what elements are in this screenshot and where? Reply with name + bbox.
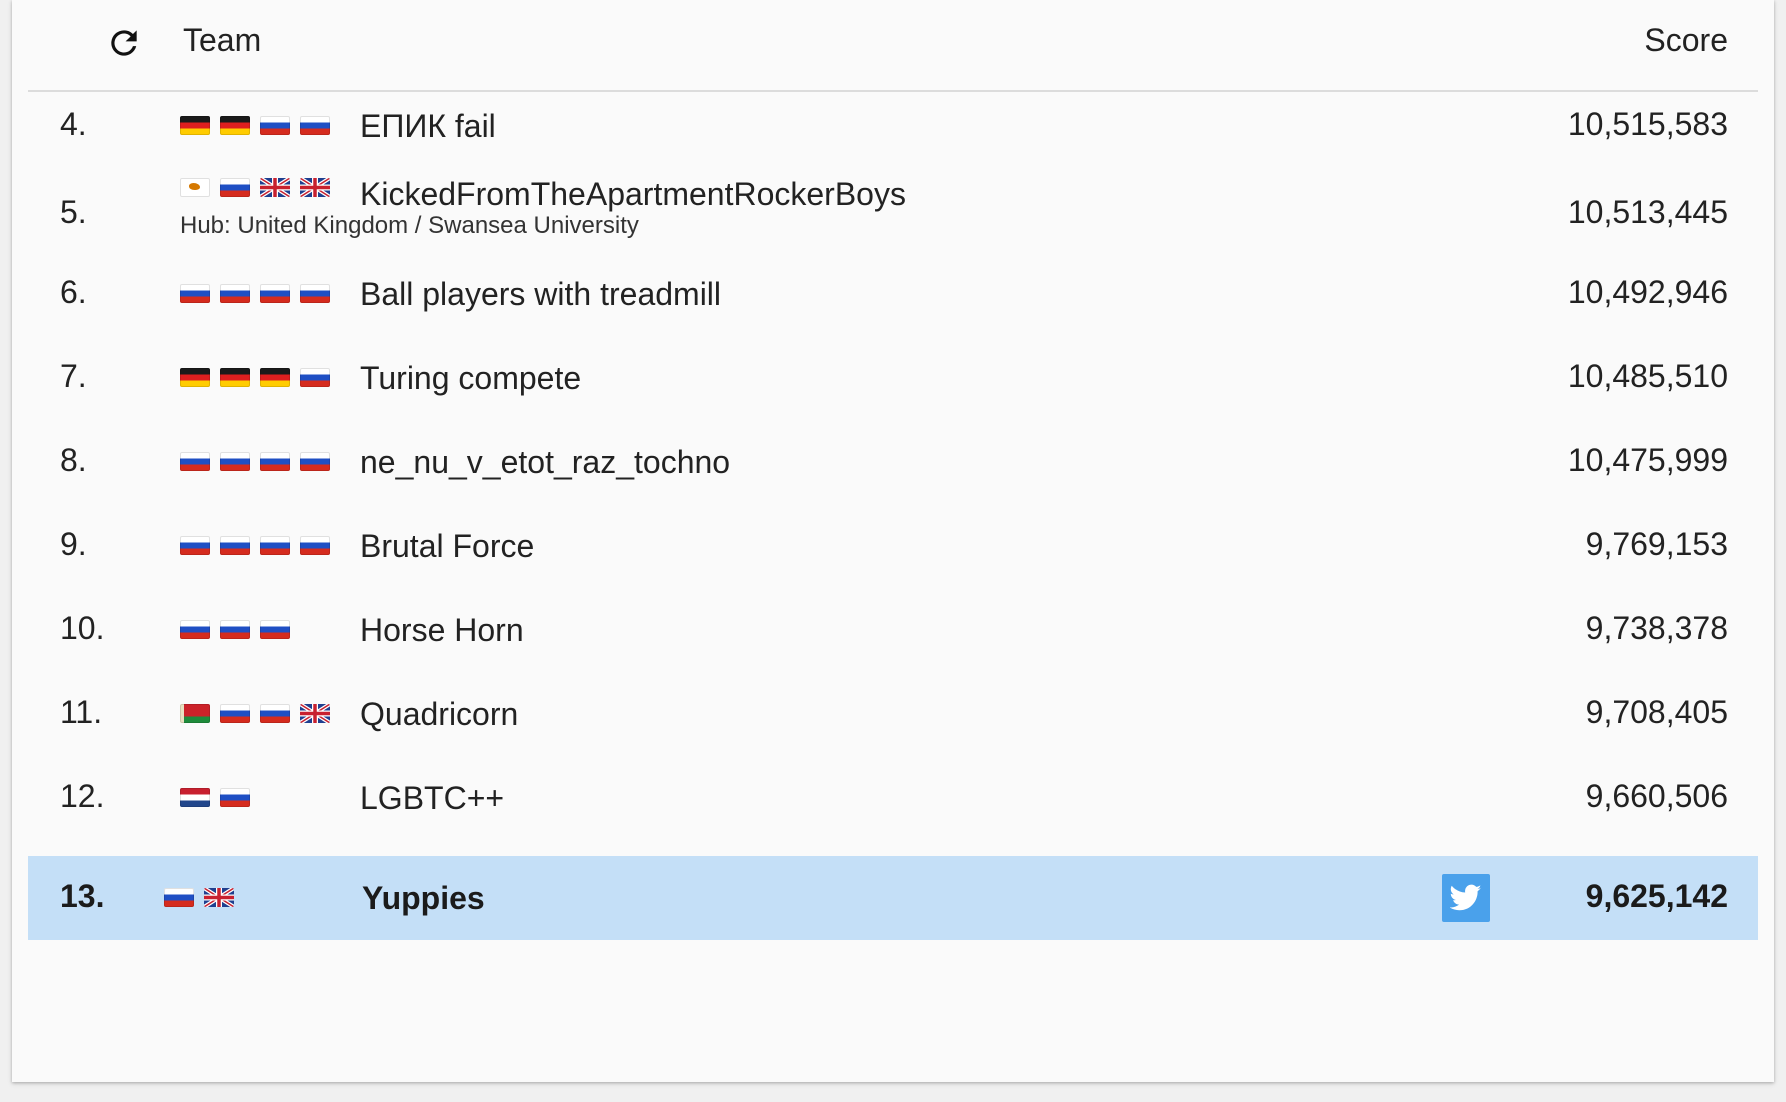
team-name[interactable]: Horse Horn — [360, 612, 524, 649]
team-name[interactable]: Turing compete — [360, 360, 581, 397]
team-flags — [180, 368, 330, 387]
team-score: 9,625,142 — [1585, 878, 1728, 914]
germany-flag-icon — [220, 368, 250, 387]
team-name[interactable]: Quadricorn — [360, 696, 518, 733]
rank: 13. — [60, 878, 105, 914]
germany-flag-icon — [260, 368, 290, 387]
team-name[interactable]: Ball players with treadmill — [360, 276, 721, 313]
rank: 6. — [60, 274, 87, 310]
uk-flag-icon — [204, 888, 234, 907]
leaderboard-card: Team Score 4. ЕПИК fail 10,515,583 5. Kicked… — [12, 0, 1774, 1082]
uk-flag-icon — [260, 178, 290, 197]
table-header: Team Score — [28, 0, 1758, 92]
table-row[interactable]: 10. Horse Horn 9,738,378 — [28, 602, 1758, 686]
table-row[interactable]: 9. Brutal Force 9,769,153 — [28, 518, 1758, 602]
belarus-flag-icon — [180, 704, 210, 723]
russia-flag-icon — [260, 620, 290, 639]
refresh-icon[interactable] — [105, 24, 143, 62]
team-score: 9,738,378 — [1585, 610, 1728, 646]
team-hub: Hub: United Kingdom / Swansea University — [180, 212, 639, 239]
russia-flag-icon — [220, 704, 250, 723]
team-score: 10,492,946 — [1567, 274, 1728, 310]
team-name[interactable]: LGBTC++ — [360, 780, 504, 817]
team-score: 9,708,405 — [1585, 694, 1728, 730]
twitter-icon[interactable] — [1442, 874, 1490, 922]
team-flags — [164, 888, 234, 907]
russia-flag-icon — [260, 536, 290, 555]
team-score: 10,485,510 — [1567, 358, 1728, 394]
score-column-header[interactable]: Score — [1644, 22, 1728, 59]
rank: 5. — [60, 194, 87, 230]
team-score: 9,660,506 — [1585, 778, 1728, 814]
germany-flag-icon — [180, 368, 210, 387]
team-name[interactable]: Yuppies — [362, 880, 485, 917]
table-row[interactable]: 8. ne_nu_v_etot_raz_tochno 10,475,999 — [28, 434, 1758, 518]
table-row[interactable]: 4. ЕПИК fail 10,515,583 — [28, 98, 1758, 182]
rank: 9. — [60, 526, 87, 562]
rank: 4. — [60, 106, 87, 142]
cyprus-flag-icon — [180, 178, 210, 197]
russia-flag-icon — [220, 452, 250, 471]
russia-flag-icon — [220, 536, 250, 555]
table-row[interactable]: 11. Quadricorn 9,708,405 — [28, 686, 1758, 770]
rank: 8. — [60, 442, 87, 478]
rank: 11. — [60, 694, 103, 730]
russia-flag-icon — [300, 284, 330, 303]
team-name[interactable]: KickedFromTheApartmentRockerBoys — [360, 176, 906, 213]
russia-flag-icon — [260, 284, 290, 303]
russia-flag-icon — [300, 368, 330, 387]
netherlands-flag-icon — [180, 788, 210, 807]
team-flags — [180, 788, 250, 807]
team-flags — [180, 452, 330, 471]
table-row[interactable]: 7. Turing compete 10,485,510 — [28, 350, 1758, 434]
russia-flag-icon — [180, 284, 210, 303]
table-row[interactable]: 5. KickedFromTheApartmentRockerBoys Hub: U… — [28, 176, 1758, 266]
russia-flag-icon — [260, 116, 290, 135]
russia-flag-icon — [260, 452, 290, 471]
uk-flag-icon — [300, 704, 330, 723]
team-score: 10,475,999 — [1567, 442, 1728, 478]
russia-flag-icon — [260, 704, 290, 723]
russia-flag-icon — [220, 620, 250, 639]
uk-flag-icon — [300, 178, 330, 197]
team-flags — [180, 178, 330, 197]
team-flags — [180, 536, 330, 555]
russia-flag-icon — [300, 452, 330, 471]
russia-flag-icon — [300, 116, 330, 135]
team-score: 10,513,445 — [1567, 194, 1728, 230]
team-flags — [180, 116, 330, 135]
germany-flag-icon — [180, 116, 210, 135]
table-row[interactable]: 6. Ball players with treadmill 10,492,946 — [28, 266, 1758, 350]
russia-flag-icon — [220, 788, 250, 807]
rank: 7. — [60, 358, 87, 394]
table-row[interactable]: 12. LGBTC++ 9,660,506 — [28, 770, 1758, 854]
russia-flag-icon — [180, 620, 210, 639]
russia-flag-icon — [164, 888, 194, 907]
team-name[interactable]: Brutal Force — [360, 528, 534, 565]
russia-flag-icon — [300, 536, 330, 555]
team-flags — [180, 620, 290, 639]
russia-flag-icon — [220, 284, 250, 303]
rank: 12. — [60, 778, 105, 814]
team-flags — [180, 284, 330, 303]
germany-flag-icon — [220, 116, 250, 135]
russia-flag-icon — [180, 452, 210, 471]
team-flags — [180, 704, 330, 723]
team-score: 9,769,153 — [1585, 526, 1728, 562]
russia-flag-icon — [180, 536, 210, 555]
team-column-header[interactable]: Team — [183, 22, 261, 59]
team-name[interactable]: ne_nu_v_etot_raz_tochno — [360, 444, 730, 481]
table-row-current-team[interactable]: 13. Yuppies 9,625,142 — [28, 856, 1758, 940]
team-name[interactable]: ЕПИК fail — [360, 108, 496, 145]
rank: 10. — [60, 610, 105, 646]
russia-flag-icon — [220, 178, 250, 197]
team-score: 10,515,583 — [1567, 106, 1728, 142]
